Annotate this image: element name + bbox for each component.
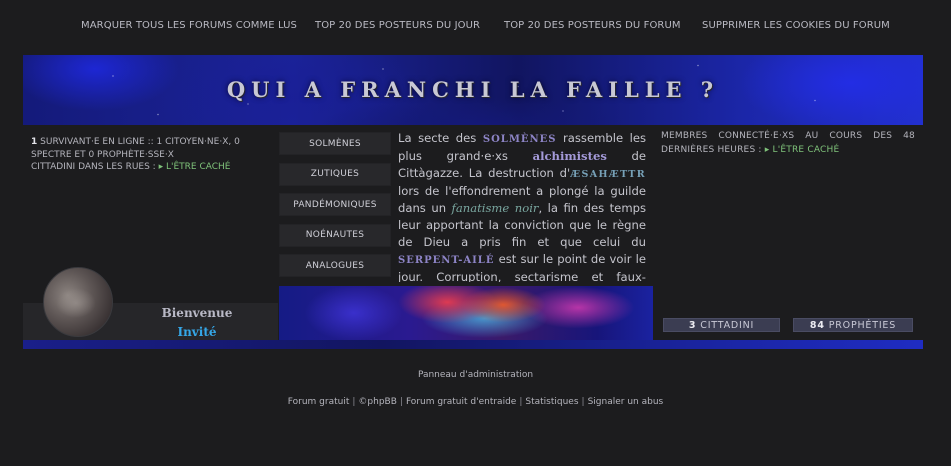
online-stats: 1 SURVIVANT·E EN LIGNE :: 1 CITOYEN·NE·X… [31, 136, 273, 174]
footer-link-forum-gratuit[interactable]: Forum gratuit [288, 397, 350, 407]
mark-forums-read-link[interactable]: MARQUER TOUS LES FORUMS COMME LUS [81, 20, 297, 31]
welcome-greeting: Bienvenue [161, 306, 233, 320]
cittadini-counter[interactable]: 3 CITTADINI [663, 318, 780, 332]
prophecies-counter[interactable]: 84 PROPHÉTIES [793, 318, 913, 332]
faction-description: La secte des SOLMÈNES rassemble les plus… [398, 130, 646, 282]
delete-cookies-link[interactable]: SUPPRIMER LES COOKIES DU FORUM [702, 20, 890, 31]
faction-menu: SOLMÈNES ZUTIQUES PANDÉMONIQUES NOÉNAUTE… [279, 132, 391, 285]
footer-link-signaler[interactable]: Signaler un abus [588, 397, 664, 407]
solmenes-keyword: SOLMÈNES [482, 134, 557, 145]
serpent-keyword: SERPENT-AILÉ [398, 255, 495, 266]
top20-day-link[interactable]: TOP 20 DES POSTEURS DU JOUR [315, 20, 480, 31]
menu-item-solmenes[interactable]: SOLMÈNES [279, 132, 391, 155]
menu-item-pandemoniques[interactable]: PANDÉMONIQUES [279, 193, 391, 216]
cittadini-label: CITTADINI [700, 319, 755, 331]
admin-panel-link[interactable]: Panneau d'administration [418, 370, 533, 380]
online-summary: SURVIVANT·E EN LIGNE :: 1 CITOYEN·NE·X, … [31, 137, 240, 160]
top20-forum-link[interactable]: TOP 20 DES POSTEURS DU FORUM [504, 20, 681, 31]
footer-link-statistiques[interactable]: Statistiques [525, 397, 578, 407]
bottom-banner-strip [23, 340, 923, 349]
streets-label: CITTADINI DANS LES RUES : [31, 162, 156, 172]
prophecies-count: 84 [809, 319, 825, 331]
prophecies-label: PROPHÉTIES [828, 319, 897, 331]
header-banner[interactable]: QUI A FRANCHI LA FAILLE ? [23, 55, 923, 125]
nebula-image [279, 286, 653, 340]
alchimistes-keyword: alchimistes [532, 149, 607, 163]
fanatisme-keyword: fanatisme noir [451, 201, 539, 215]
hidden-user-link[interactable]: ▸ L'ÊTRE CACHÉ [159, 162, 231, 172]
top-navigation: MARQUER TOUS LES FORUMS COMME LUS TOP 20… [0, 0, 951, 52]
menu-item-noenautes[interactable]: NOÉNAUTES [279, 223, 391, 247]
welcome-message: Bienvenue Invité [149, 304, 245, 342]
avatar[interactable] [43, 267, 113, 337]
recent-hidden-user-link[interactable]: ▸ L'ÊTRE CACHÉ [765, 145, 840, 155]
esahaettr-keyword: ÆSAHÆTTR [570, 169, 646, 180]
banner-title: QUI A FRANCHI LA FAILLE ? [226, 77, 720, 102]
menu-item-zutiques[interactable]: ZUTIQUES [279, 162, 391, 186]
cittadini-count: 3 [688, 319, 697, 331]
online-count: 1 [31, 137, 38, 147]
footer-link-phpbb[interactable]: ©phpBB [358, 397, 396, 407]
admin-panel-row: Panneau d'administration [0, 370, 951, 380]
menu-item-analogues[interactable]: ANALOGUES [279, 254, 391, 277]
footer-link-entraide[interactable]: Forum gratuit d'entraide [406, 397, 516, 407]
footer-links: Forum gratuit | ©phpBB | Forum gratuit d'ent… [287, 397, 664, 407]
recent-members: MEMBRES CONNECTÉ·E·XS AU COURS DES 48 DE… [661, 130, 915, 157]
intro-text-1: La secte des [398, 131, 483, 145]
